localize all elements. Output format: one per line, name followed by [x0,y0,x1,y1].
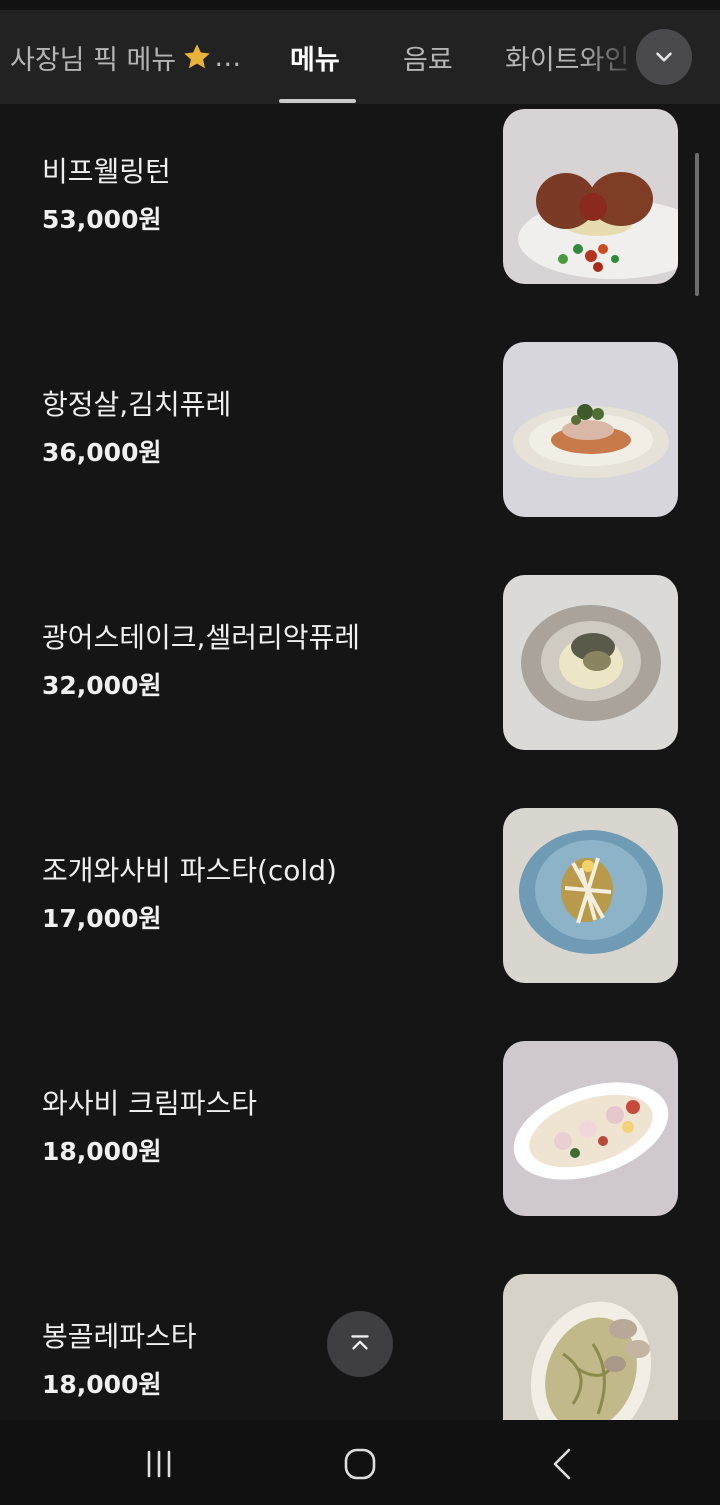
menu-item-name: 광어스테이크,셀러리악퓨레 [42,621,361,654]
flounder-steak-photo [503,575,678,750]
home-icon [344,1448,376,1480]
beef-wellington-photo [503,109,678,284]
chevron-down-icon [656,52,672,62]
menu-item[interactable]: 항정살,김치퓨레 36,000원 [0,337,720,570]
tab-drinks[interactable]: 음료 [403,10,453,104]
scrollbar[interactable] [695,153,699,296]
star-icon [184,44,210,69]
home-button[interactable] [330,1436,390,1492]
menu-item-price: 18,000원 [42,1370,162,1399]
active-tab-indicator [279,99,356,103]
recent-apps-button[interactable] [129,1436,189,1492]
tab-owner-pick[interactable]: 사장님 픽 메뉴 … [10,10,241,104]
clam-wasabi-pasta-photo [503,808,678,983]
menu-item-price: 18,000원 [42,1137,162,1166]
menu-item-name: 와사비 크림파스타 [42,1087,257,1120]
tab-drinks-label: 음료 [403,44,453,76]
menu-item-name: 항정살,김치퓨레 [42,388,232,421]
system-navigation-bar [0,1420,720,1505]
recent-apps-icon [147,1450,171,1478]
menu-item-price: 32,000원 [42,671,162,700]
wasabi-cream-pasta-photo [503,1041,678,1216]
menu-item[interactable]: 광어스테이크,셀러리악퓨레 32,000원 [0,570,720,803]
category-tab-bar: 사장님 픽 메뉴 … 메뉴 음료 화이트와인 [0,10,720,104]
tab-menu[interactable]: 메뉴 [290,10,340,104]
status-strip [0,0,720,10]
menu-list: 비프웰링턴 53,000원 항정살,김치퓨레 36,000원 광어스테이크,셀러… [0,104,720,1420]
scroll-to-top-icon [351,1335,369,1350]
back-button[interactable] [532,1436,592,1492]
expand-categories-button[interactable] [636,29,692,85]
tab-menu-label: 메뉴 [290,44,340,76]
menu-item-name: 비프웰링턴 [42,155,171,188]
back-icon [553,1448,571,1480]
screen: 사장님 픽 메뉴 … 메뉴 음료 화이트와인 비프웰링턴 53,000원 항정살… [0,0,720,1505]
menu-item[interactable]: 조개와사비 파스타(cold) 17,000원 [0,803,720,1036]
scroll-to-top-button[interactable] [327,1311,393,1377]
menu-item-price: 17,000원 [42,904,162,933]
vongole-pasta-photo [503,1274,678,1420]
menu-item-name: 봉골레파스타 [42,1320,197,1353]
menu-item-price: 36,000원 [42,438,162,467]
menu-item-price: 53,000원 [42,205,162,234]
pork-jowl-photo [503,342,678,517]
menu-item[interactable]: 와사비 크림파스타 18,000원 [0,1036,720,1269]
tab-owner-pick-ellipsis: … [214,41,242,73]
menu-item-name: 조개와사비 파스타(cold) [42,854,337,887]
tab-owner-pick-label: 사장님 픽 메뉴 [10,44,177,76]
menu-item[interactable]: 비프웰링턴 53,000원 [0,104,720,337]
